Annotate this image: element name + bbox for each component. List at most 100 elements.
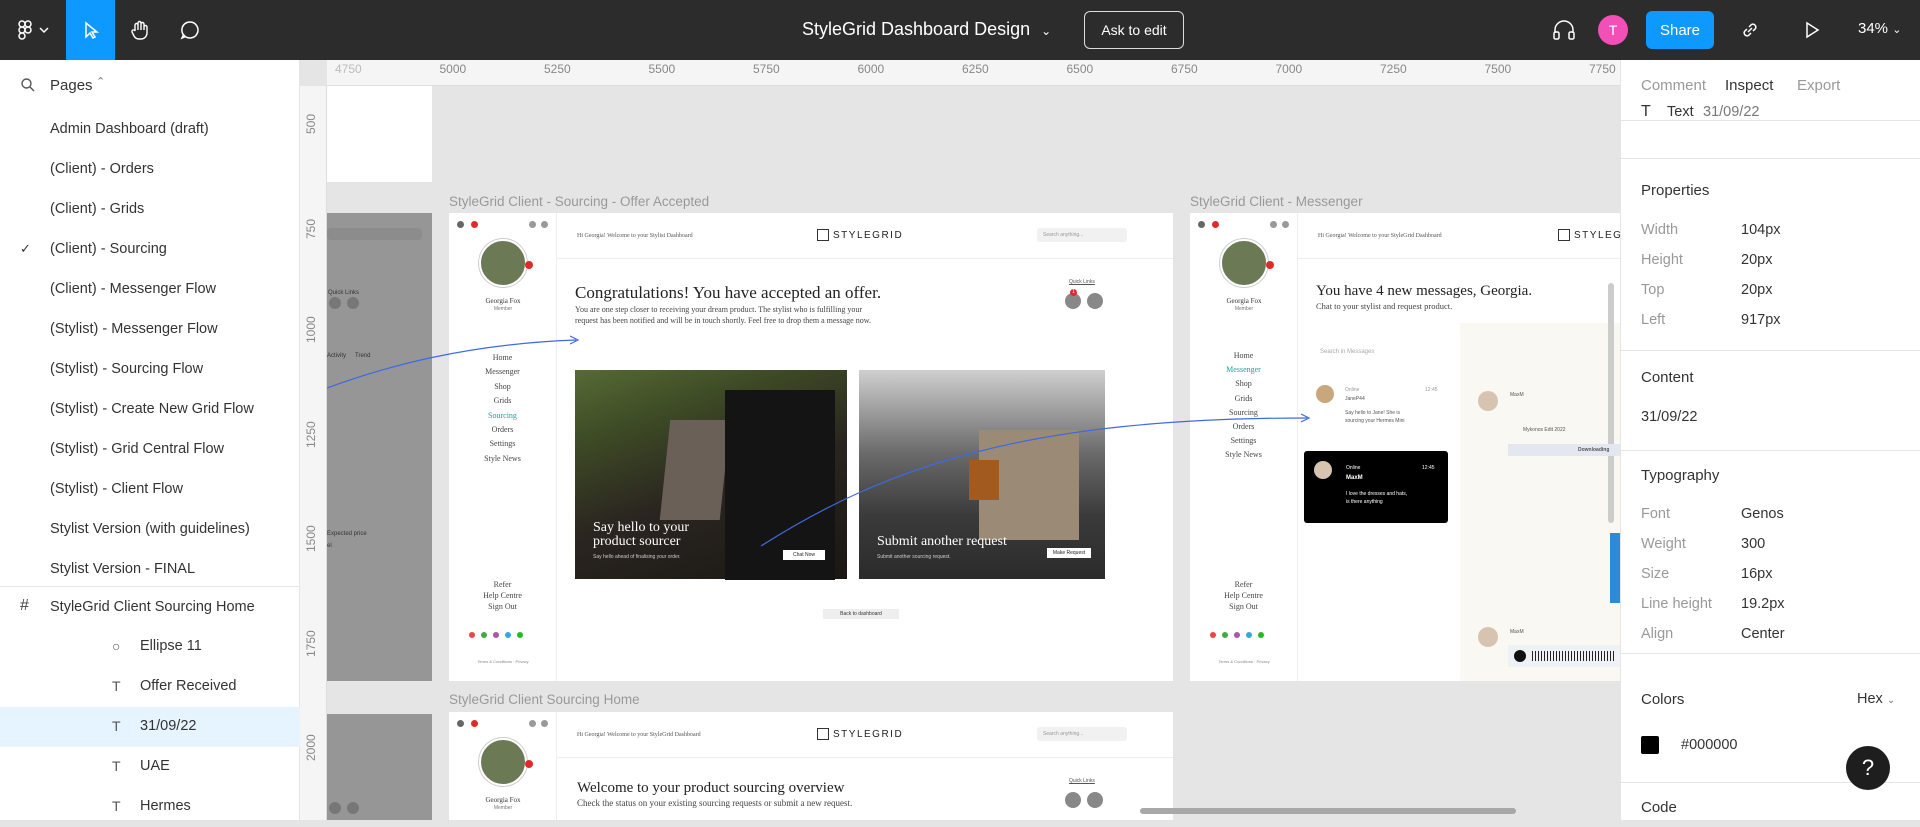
- prototype-arrow[interactable]: [760, 417, 1308, 547]
- page-item-label: (Client) - Messenger Flow: [50, 281, 216, 297]
- prototype-connections: [327, 335, 1311, 547]
- pages-header[interactable]: Pages ⌃: [0, 60, 300, 110]
- text-icon: T: [112, 758, 121, 774]
- layer-label: 31/09/22: [140, 718, 197, 734]
- horizontal-scrollbar[interactable]: [1140, 808, 1516, 814]
- ruler-tick-label: 1750: [304, 629, 318, 657]
- typography-heading: Typography: [1641, 467, 1720, 484]
- layer-row[interactable]: T Offer Received: [0, 667, 300, 707]
- page-item[interactable]: ✓ (Client) - Sourcing: [0, 230, 300, 270]
- cursor-icon: [84, 21, 99, 39]
- ruler-tick-label: 4750: [335, 62, 362, 76]
- divider: [1621, 450, 1920, 451]
- page-item-label: (Client) - Sourcing: [50, 241, 167, 257]
- page-item[interactable]: (Client) - Orders: [0, 150, 300, 190]
- property-value[interactable]: 20px: [1741, 282, 1772, 298]
- page-item-label: Admin Dashboard (draft): [50, 121, 209, 137]
- page-item-label: (Stylist) - Messenger Flow: [50, 321, 218, 337]
- layer-row[interactable]: T 31/09/22: [0, 707, 300, 747]
- colors-heading: Colors: [1641, 691, 1685, 708]
- link-icon: [1743, 23, 1757, 37]
- property-value[interactable]: 19.2px: [1741, 596, 1785, 612]
- vertical-ruler: 500 750 1000 1250 1500 1750 2000: [300, 86, 327, 820]
- tab-export[interactable]: Export: [1797, 77, 1840, 94]
- layer-frame-row[interactable]: # StyleGrid Client Sourcing Home: [0, 587, 300, 627]
- page-item-label: (Stylist) - Client Flow: [50, 481, 183, 497]
- property-key: Width: [1641, 222, 1679, 238]
- page-item[interactable]: (Client) - Grids: [0, 190, 300, 230]
- audio-button[interactable]: [1546, 0, 1582, 60]
- copy-link-button[interactable]: [1730, 0, 1770, 60]
- ruler-tick-label: 7500: [1484, 62, 1512, 76]
- ruler-tick-label: 5000: [439, 62, 467, 76]
- ruler-tick-label: 5250: [544, 62, 571, 76]
- zoom-menu[interactable]: 34% ⌄: [1858, 20, 1901, 37]
- page-item[interactable]: (Stylist) - Sourcing Flow: [0, 350, 300, 390]
- figma-logo-icon: [18, 20, 49, 40]
- ruler-tick-label: 1500: [304, 525, 318, 552]
- color-value[interactable]: #000000: [1681, 737, 1737, 753]
- layer-row[interactable]: ○ Ellipse 11: [0, 627, 300, 667]
- page-item[interactable]: (Client) - Messenger Flow: [0, 270, 300, 310]
- property-key: Align: [1641, 626, 1674, 642]
- page-item[interactable]: Stylist Version (with guidelines): [0, 510, 300, 550]
- layer-label: Ellipse 11: [140, 638, 202, 654]
- chevron-down-icon: ⌄: [1886, 695, 1896, 706]
- layer-label: Offer Received: [140, 678, 237, 694]
- property-key: Left: [1641, 312, 1666, 328]
- divider: [1621, 158, 1920, 159]
- text-icon: T: [112, 678, 121, 694]
- chevron-up-icon[interactable]: ⌃: [96, 75, 105, 88]
- tab-inspect[interactable]: Inspect: [1725, 77, 1773, 94]
- ruler-tick-label: 1000: [304, 316, 318, 343]
- ask-to-edit-button[interactable]: Ask to edit: [1084, 11, 1184, 49]
- page-item-label: (Stylist) - Grid Central Flow: [50, 441, 225, 457]
- page-item[interactable]: Stylist Version - FINAL: [0, 550, 300, 590]
- share-button[interactable]: Share: [1646, 11, 1714, 49]
- ruler-tick-label: 5500: [648, 62, 676, 76]
- layer-row[interactable]: T UAE: [0, 747, 300, 787]
- content-value[interactable]: 31/09/22: [1641, 409, 1697, 425]
- help-button[interactable]: ?: [1846, 746, 1890, 790]
- property-key: Size: [1641, 566, 1670, 582]
- property-value[interactable]: 300: [1741, 536, 1765, 552]
- property-value[interactable]: 917px: [1741, 312, 1781, 328]
- prototype-arrow[interactable]: [327, 339, 577, 389]
- hand-tool-button[interactable]: [118, 0, 162, 60]
- toolbar: StyleGrid Dashboard Design ⌄ Ask to edit…: [0, 0, 1920, 60]
- move-tool-button[interactable]: [66, 0, 115, 60]
- ruler-tick-label: 7250: [1380, 62, 1407, 76]
- property-value[interactable]: 104px: [1741, 222, 1781, 238]
- property-value[interactable]: 20px: [1741, 252, 1772, 268]
- present-button[interactable]: [1792, 0, 1832, 60]
- text-icon: T: [112, 718, 121, 734]
- design-canvas[interactable]: Quick Links Activity Trend Expected pric…: [327, 86, 1620, 820]
- file-title[interactable]: StyleGrid Dashboard Design ⌄: [802, 19, 1051, 40]
- page-item[interactable]: (Stylist) - Messenger Flow: [0, 310, 300, 350]
- hand-icon: [131, 20, 148, 40]
- tab-comment[interactable]: Comment: [1641, 77, 1706, 94]
- page-item-label: (Client) - Grids: [50, 201, 145, 217]
- comment-tool-button[interactable]: [168, 0, 212, 60]
- layer-row[interactable]: T Hermes: [0, 787, 300, 827]
- page-item[interactable]: (Stylist) - Create New Grid Flow: [0, 390, 300, 430]
- color-format-select[interactable]: Hex ⌄: [1857, 691, 1895, 707]
- property-value[interactable]: 16px: [1741, 566, 1772, 582]
- main-menu-button[interactable]: [0, 0, 66, 60]
- code-heading: Code: [1641, 799, 1677, 816]
- search-icon[interactable]: [20, 77, 36, 93]
- property-value[interactable]: Genos: [1741, 506, 1784, 522]
- chevron-down-icon: ⌄: [1041, 24, 1052, 38]
- property-value[interactable]: Center: [1741, 626, 1785, 642]
- ruler-tick-label: 7750: [1589, 62, 1616, 76]
- comment-icon: [180, 21, 199, 40]
- page-item[interactable]: Admin Dashboard (draft): [0, 110, 300, 150]
- user-avatar[interactable]: T: [1598, 15, 1628, 45]
- page-item[interactable]: (Stylist) - Client Flow: [0, 470, 300, 510]
- zoom-level: 34%: [1858, 20, 1889, 37]
- color-swatch[interactable]: [1641, 736, 1659, 754]
- layers-panel: Pages ⌃ Admin Dashboard (draft) (Client) …: [0, 60, 300, 820]
- divider: [1621, 350, 1920, 351]
- page-item[interactable]: (Stylist) - Grid Central Flow: [0, 430, 300, 470]
- property-key: Line height: [1641, 596, 1712, 612]
